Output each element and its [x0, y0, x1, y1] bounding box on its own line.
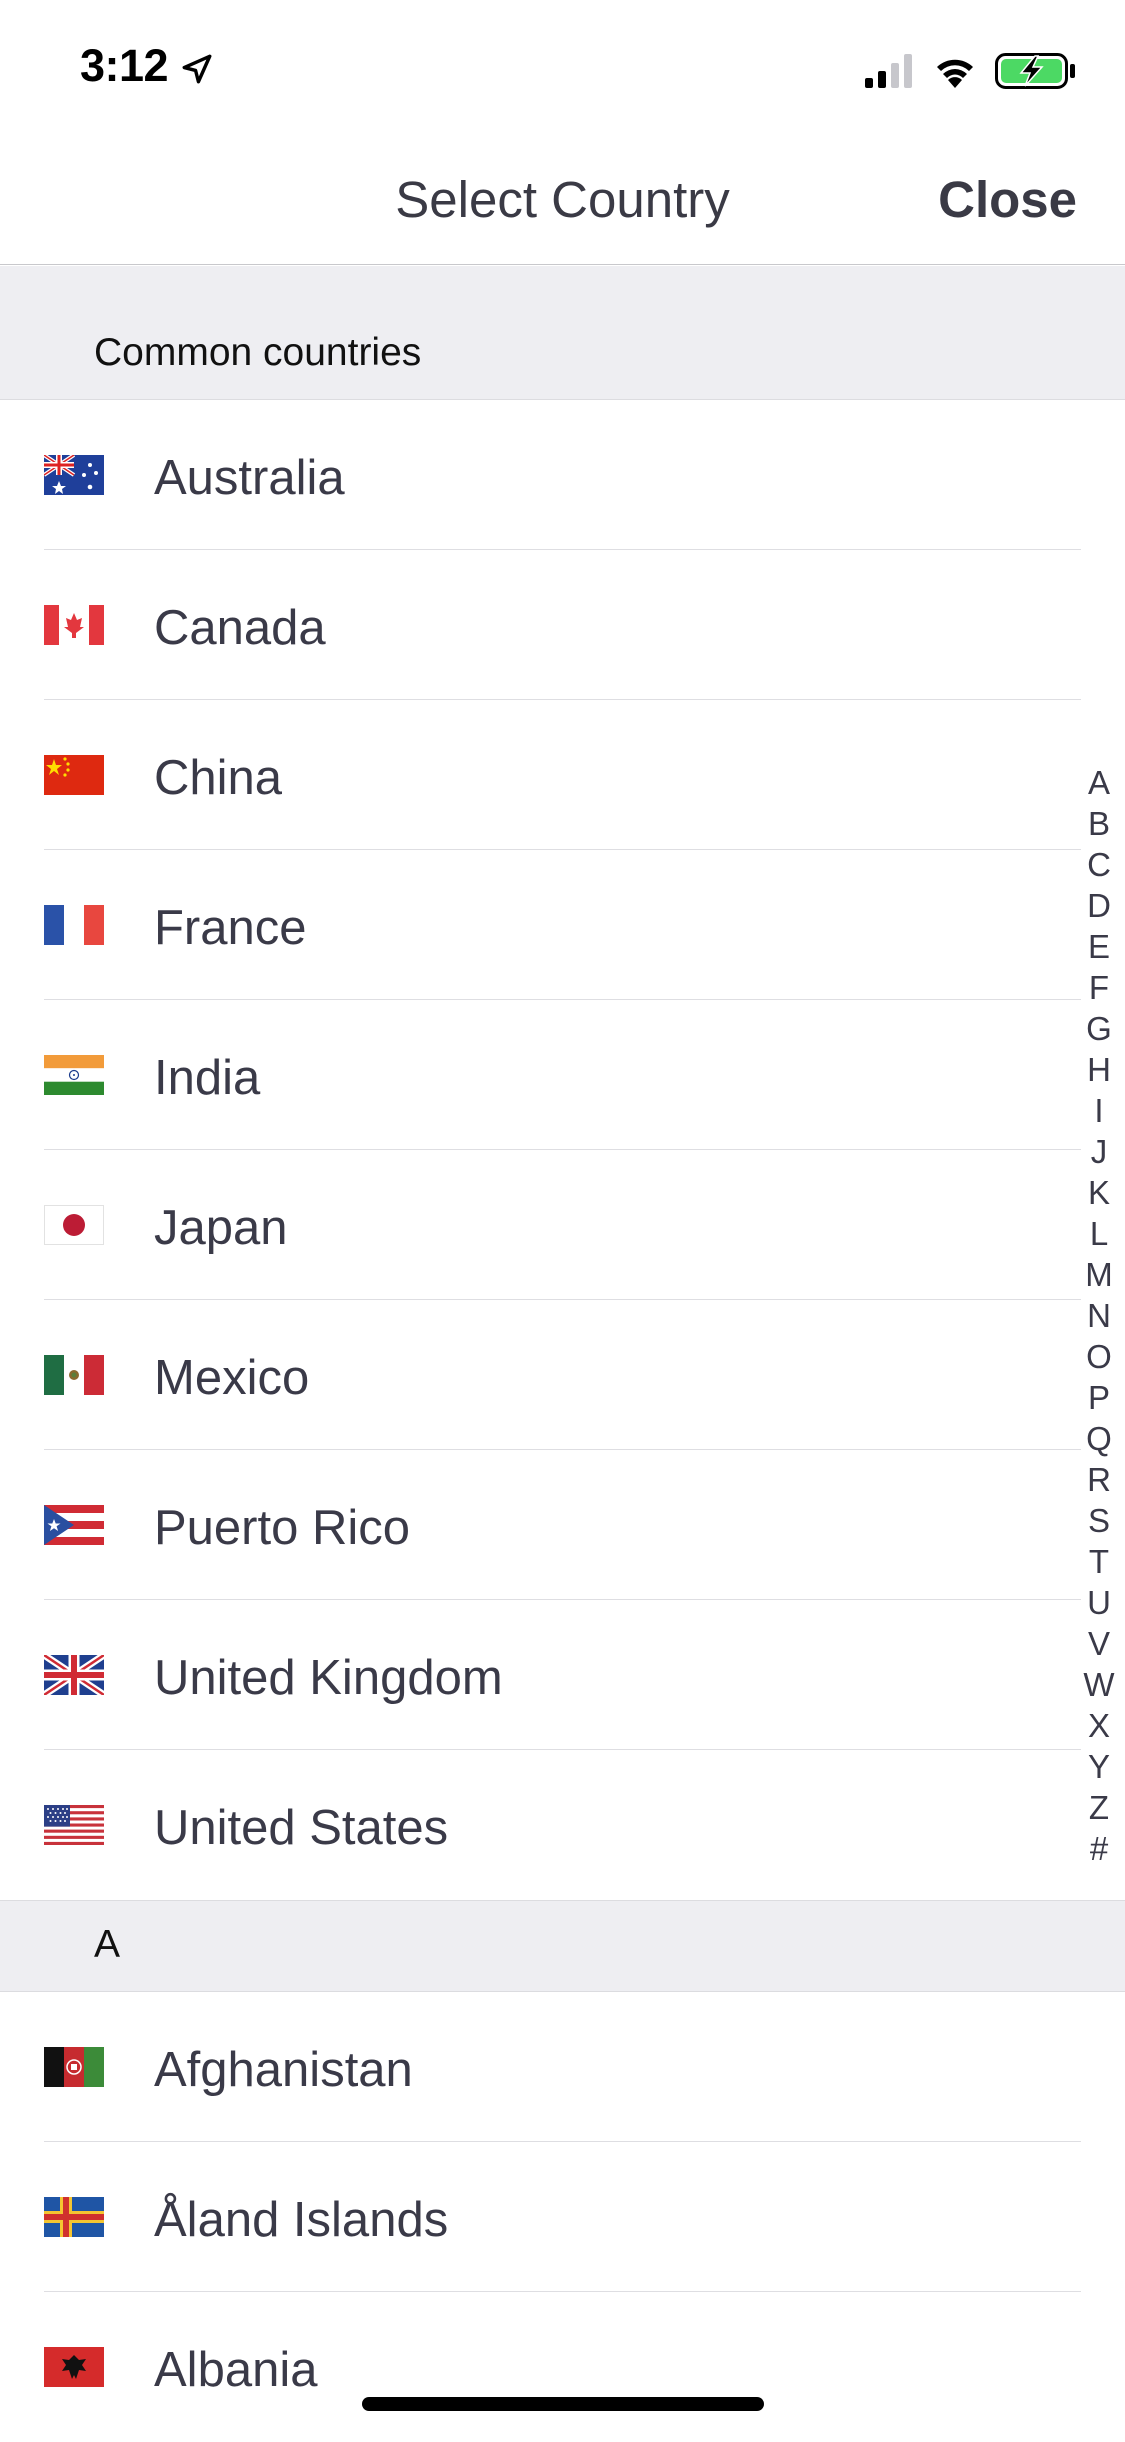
index-letter-e[interactable]: E [1079, 926, 1119, 967]
nav-bar: Select Country Close [0, 132, 1125, 265]
canada-flag-icon [44, 605, 104, 645]
section-header-a: A [0, 1900, 1125, 1992]
index-letter-i[interactable]: I [1079, 1090, 1119, 1131]
index-letter-l[interactable]: L [1079, 1213, 1119, 1254]
country-row-united-states[interactable]: United States [0, 1750, 1125, 1900]
section-header-label: A [94, 1923, 121, 1966]
index-letter-y[interactable]: Y [1079, 1746, 1119, 1787]
country-name: Puerto Rico [154, 1501, 411, 1555]
index-letter-o[interactable]: O [1079, 1336, 1119, 1377]
country-row-united-kingdom[interactable]: United Kingdom [0, 1600, 1125, 1750]
country-name: Australia [154, 451, 345, 505]
country-row-china[interactable]: China [0, 700, 1125, 850]
country-name: Åland Islands [154, 2193, 449, 2247]
france-flag-icon [44, 905, 104, 945]
united-kingdom-flag-icon [44, 1655, 104, 1695]
index-letter-h[interactable]: H [1079, 1049, 1119, 1090]
country-row-mexico[interactable]: Mexico [0, 1300, 1125, 1450]
country-name: United Kingdom [154, 1651, 503, 1705]
country-name: France [154, 901, 307, 955]
country-row-afghanistan[interactable]: Afghanistan [0, 1992, 1125, 2142]
cellular-signal-icon [865, 54, 912, 88]
index-letter-p[interactable]: P [1079, 1377, 1119, 1418]
country-name: Albania [154, 2343, 318, 2397]
index-letter-j[interactable]: J [1079, 1131, 1119, 1172]
australia-flag-icon [44, 455, 104, 495]
index-letter-g[interactable]: G [1079, 1008, 1119, 1049]
mexico-flag-icon [44, 1355, 104, 1395]
country-list[interactable]: Common countries Australia Canada China … [0, 266, 1125, 2442]
country-row-france[interactable]: France [0, 850, 1125, 1000]
index-letter-m[interactable]: M [1079, 1254, 1119, 1295]
country-name: India [154, 1051, 261, 1105]
index-letter-r[interactable]: R [1079, 1459, 1119, 1500]
close-button[interactable]: Close [938, 170, 1077, 229]
afghanistan-flag-icon [44, 2047, 104, 2087]
country-row-australia[interactable]: Australia [0, 400, 1125, 550]
index-letter-s[interactable]: S [1079, 1500, 1119, 1541]
status-bar: 3:12 [0, 0, 1125, 132]
index-letter-f[interactable]: F [1079, 967, 1119, 1008]
country-row-japan[interactable]: Japan [0, 1150, 1125, 1300]
index-letter-n[interactable]: N [1079, 1295, 1119, 1336]
index-letter-c[interactable]: C [1079, 844, 1119, 885]
index-letter-z[interactable]: Z [1079, 1787, 1119, 1828]
country-name: United States [154, 1801, 449, 1855]
country-name: China [154, 751, 283, 805]
status-time: 3:12 [80, 40, 169, 91]
index-letter-q[interactable]: Q [1079, 1418, 1119, 1459]
section-header-common: Common countries [0, 266, 1125, 400]
index-letter-t[interactable]: T [1079, 1541, 1119, 1582]
alphabet-index[interactable]: A B C D E F G H I J K L M N O P Q R S T … [1079, 762, 1119, 1869]
country-name: Canada [154, 601, 326, 655]
index-letter-w[interactable]: W [1079, 1664, 1119, 1705]
index-letter-a[interactable]: A [1079, 762, 1119, 803]
albania-flag-icon [44, 2347, 104, 2387]
country-row-aland-islands[interactable]: Åland Islands [0, 2142, 1125, 2292]
country-name: Afghanistan [154, 2043, 413, 2097]
index-letter-x[interactable]: X [1079, 1705, 1119, 1746]
puerto-rico-flag-icon [44, 1505, 104, 1545]
location-arrow-icon [182, 54, 212, 84]
index-letter-u[interactable]: U [1079, 1582, 1119, 1623]
status-indicators [865, 50, 1085, 90]
status-icons-group [865, 53, 1075, 89]
country-name: Japan [154, 1201, 288, 1255]
index-letter-hash[interactable]: # [1079, 1828, 1119, 1869]
country-row-albania[interactable]: Albania [0, 2292, 1125, 2442]
battery-charging-icon [995, 53, 1075, 89]
united-states-flag-icon [44, 1805, 104, 1845]
index-letter-d[interactable]: D [1079, 885, 1119, 926]
country-row-canada[interactable]: Canada [0, 550, 1125, 700]
wifi-icon [937, 59, 973, 88]
aland-islands-flag-icon [44, 2197, 104, 2237]
home-indicator[interactable] [362, 2397, 764, 2411]
index-letter-k[interactable]: K [1079, 1172, 1119, 1213]
china-flag-icon [44, 755, 104, 795]
japan-flag-icon [44, 1205, 104, 1245]
india-flag-icon [44, 1055, 104, 1095]
index-letter-v[interactable]: V [1079, 1623, 1119, 1664]
index-letter-b[interactable]: B [1079, 803, 1119, 844]
country-row-india[interactable]: India [0, 1000, 1125, 1150]
country-row-puerto-rico[interactable]: Puerto Rico [0, 1450, 1125, 1600]
country-name: Mexico [154, 1351, 310, 1405]
section-header-label: Common countries [94, 331, 422, 374]
